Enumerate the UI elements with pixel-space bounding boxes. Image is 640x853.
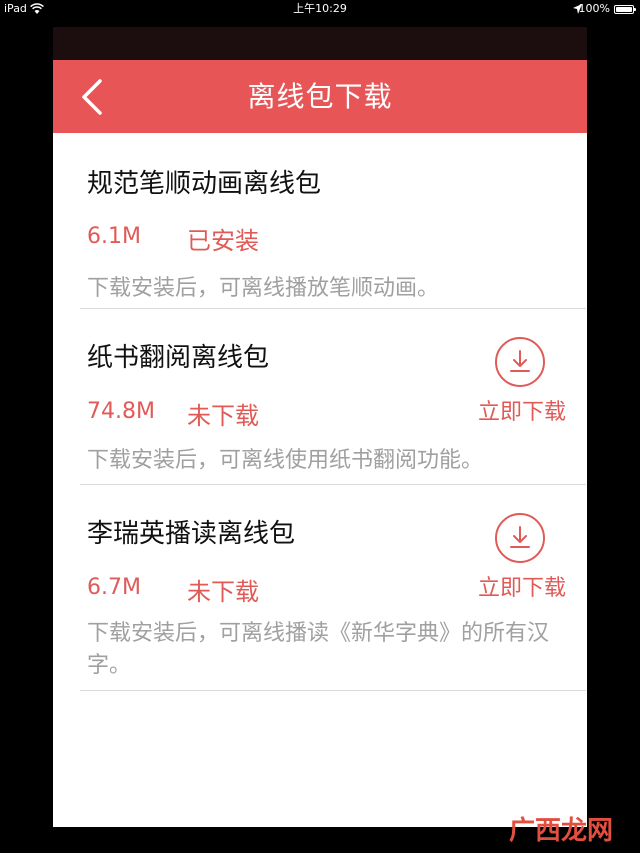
offline-package-panel: 离线包下载 规范笔顺动画离线包 6.1M 已安装 下载安装后，可离线播放笔顺动画… <box>53 60 587 827</box>
package-title: 纸书翻阅离线包 <box>87 343 270 373</box>
package-status: 未下载 <box>187 402 259 430</box>
top-strip <box>53 27 587 60</box>
package-size: 6.7M <box>87 575 141 600</box>
package-title: 李瑞英播读离线包 <box>87 519 296 549</box>
battery-percent: 100% <box>578 2 610 15</box>
download-label[interactable]: 立即下载 <box>472 394 572 426</box>
download-label[interactable]: 立即下载 <box>472 570 572 602</box>
package-description: 下载安装后，可离线播放笔顺动画。 <box>87 276 440 301</box>
screen: iPad 上午10:29 100% 离线包下载 规范笔顺动画离线包 6.1M 已… <box>0 0 640 853</box>
package-item: 规范笔顺动画离线包 6.1M 已安装 下载安装后，可离线播放笔顺动画。 <box>80 133 586 309</box>
page-title: 离线包下载 <box>247 80 393 113</box>
package-description: 下载安装后，可离线使用纸书翻阅功能。 <box>87 448 484 473</box>
package-status: 未下载 <box>187 578 259 606</box>
nav-bar: 离线包下载 <box>53 60 587 133</box>
watermark-logo: 广西龙网 <box>509 816 614 846</box>
download-icon[interactable] <box>494 336 546 388</box>
package-item: 李瑞英播读离线包 6.7M 未下载 下载安装后，可离线播读《新华字典》的所有汉字… <box>80 485 586 691</box>
package-size: 74.8M <box>87 399 155 424</box>
battery-icon <box>614 5 636 14</box>
status-bar: iPad 上午10:29 100% <box>0 0 640 18</box>
status-time: 上午10:29 <box>293 2 347 15</box>
package-item: 纸书翻阅离线包 74.8M 未下载 下载安装后，可离线使用纸书翻阅功能。 立即下… <box>80 309 586 485</box>
package-status: 已安装 <box>187 227 259 255</box>
download-icon[interactable] <box>494 512 546 564</box>
package-description: 下载安装后，可离线播读《新华字典》的所有汉字。 <box>87 621 550 678</box>
package-title: 规范笔顺动画离线包 <box>87 169 322 199</box>
package-size: 6.1M <box>87 224 141 249</box>
